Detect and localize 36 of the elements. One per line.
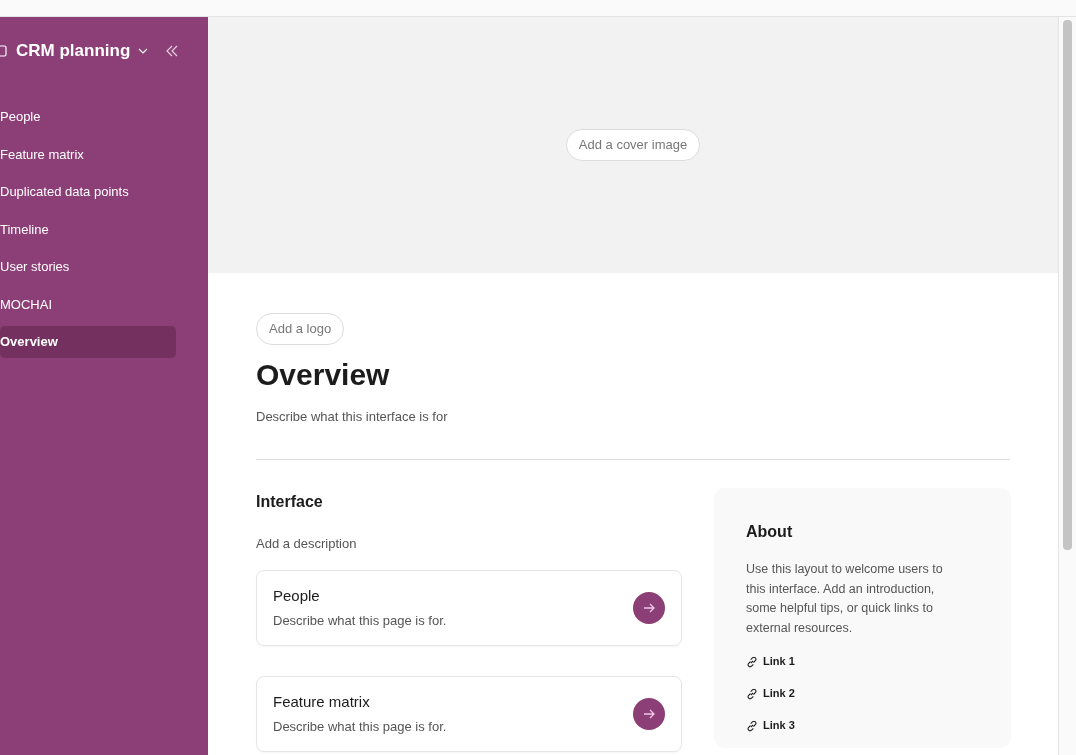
sidebar-item[interactable]: Duplicated data points (0, 176, 176, 208)
sidebar-item[interactable]: People (0, 101, 176, 133)
resource-link[interactable]: Link 1 (746, 654, 979, 669)
page-description: Describe what this interface is for (256, 407, 449, 426)
chevron-down-icon[interactable] (138, 48, 149, 54)
arrow-right-icon (643, 602, 655, 613)
link-icon (746, 655, 758, 668)
page-title: Overview (256, 356, 391, 393)
sidebar-item[interactable]: Overview (0, 326, 176, 358)
page-card-title: People (273, 585, 321, 606)
arrow-right-button[interactable] (633, 591, 665, 624)
sidebar-item[interactable]: Timeline (0, 213, 176, 245)
add-cover-button[interactable]: Add a cover image (565, 129, 701, 161)
resource-link[interactable]: Link 3 (746, 718, 979, 733)
link-icon (746, 719, 758, 732)
page-card-description: Describe what this page is for. (273, 612, 448, 630)
arrow-right-icon (643, 708, 655, 719)
page-card[interactable]: People Describe what this page is for. (256, 569, 682, 646)
sidebar-item[interactable]: Feature matrix (0, 138, 176, 170)
resource-link[interactable]: Link 2 (746, 686, 979, 701)
collapse-icon[interactable] (166, 45, 179, 57)
page-card[interactable]: Feature matrix Describe what this page is for. (256, 675, 682, 752)
section-heading: Interface (256, 492, 324, 512)
page-icon (0, 45, 8, 57)
section-description: Add a description (256, 535, 358, 553)
app-title[interactable]: CRM planning (16, 38, 131, 64)
page-card-description: Describe what this page is for. (273, 718, 448, 736)
page-card-title: Feature matrix (273, 691, 371, 712)
sidebar-item[interactable]: User stories (0, 251, 176, 283)
scrollbar-thumb[interactable] (1063, 20, 1072, 550)
about-heading: About (746, 522, 794, 542)
arrow-right-button[interactable] (633, 697, 665, 730)
link-icon (746, 687, 758, 700)
about-text: Use this layout to welcome users to this interface. Add an introduction, some helpful tips, or quick links to external resources. (746, 561, 944, 637)
add-logo-button[interactable]: Add a logo (256, 313, 345, 345)
sidebar-item[interactable]: MOCHAI (0, 288, 176, 320)
